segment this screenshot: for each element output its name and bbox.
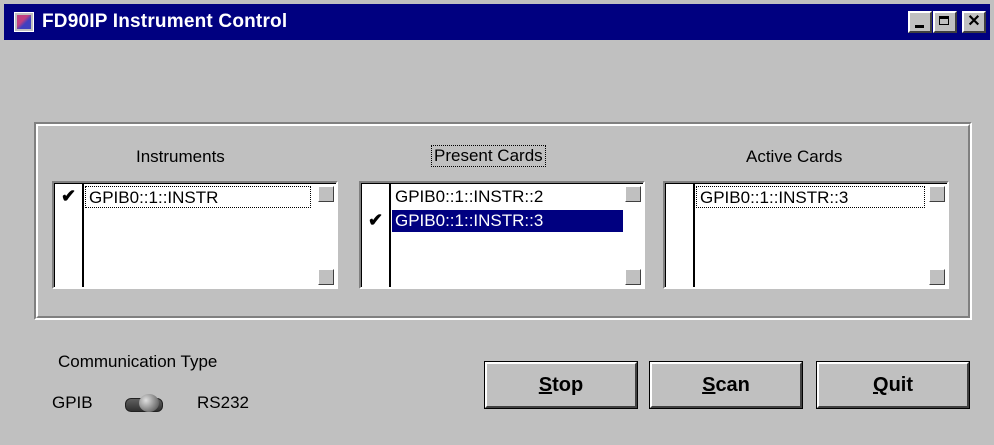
stop-label: top <box>552 374 584 396</box>
window-title: FD90IP Instrument Control <box>42 11 288 32</box>
stop-accel: S <box>538 374 553 396</box>
list-item-present-card-selected[interactable]: GPIB0::1::INSTR::3 <box>392 210 623 232</box>
gpib-option-label: GPIB <box>52 393 93 412</box>
scroll-down-button[interactable] <box>625 269 641 285</box>
stop-button[interactable]: Stop <box>484 361 638 409</box>
list-item-active-card[interactable]: GPIB0::1::INSTR::3 <box>696 186 925 208</box>
rs232-option-label: RS232 <box>197 393 249 412</box>
check-icon: ✔ <box>61 186 77 206</box>
quit-label: uit <box>888 374 913 396</box>
scroll-down-button[interactable] <box>929 269 945 285</box>
scrollbar[interactable] <box>929 186 945 285</box>
list-item-present-card[interactable]: GPIB0::1::INSTR::2 <box>392 186 546 208</box>
scrollbar[interactable] <box>625 186 641 285</box>
scroll-up-button[interactable] <box>929 186 945 202</box>
minimize-button[interactable] <box>908 11 932 33</box>
active-cards-label: Active Cards <box>746 147 843 166</box>
instruments-list[interactable]: ✔ GPIB0::1::INSTR <box>52 181 338 289</box>
present-cards-list[interactable]: GPIB0::1::INSTR::2 ✔ GPIB0::1::INSTR::3 <box>359 181 645 289</box>
toggle-knob[interactable] <box>139 394 159 412</box>
active-cards-list[interactable]: GPIB0::1::INSTR::3 <box>663 181 949 289</box>
quit-accel: Q <box>873 374 889 396</box>
scrollbar[interactable] <box>318 186 334 285</box>
app-icon[interactable] <box>14 12 34 32</box>
communication-type-label: Communication Type <box>58 352 218 371</box>
close-button[interactable]: ✕ <box>962 11 986 33</box>
scan-label: can <box>715 374 750 396</box>
scroll-down-button[interactable] <box>318 269 334 285</box>
check-icon: ✔ <box>368 210 384 230</box>
title-bar[interactable]: FD90IP Instrument Control ✕ <box>4 4 990 40</box>
communication-toggle[interactable] <box>121 392 165 414</box>
scan-button[interactable]: Scan <box>649 361 803 409</box>
scroll-up-button[interactable] <box>625 186 641 202</box>
instruments-label: Instruments <box>136 147 225 166</box>
scan-accel: S <box>702 374 716 396</box>
scroll-up-button[interactable] <box>318 186 334 202</box>
present-cards-label: Present Cards <box>431 145 546 167</box>
app-window: FD90IP Instrument Control ✕ Instruments … <box>0 0 994 445</box>
close-icon: ✕ <box>967 13 981 30</box>
maximize-button[interactable] <box>933 11 957 33</box>
quit-button[interactable]: Quit <box>816 361 970 409</box>
list-item-instrument[interactable]: GPIB0::1::INSTR <box>85 186 311 208</box>
